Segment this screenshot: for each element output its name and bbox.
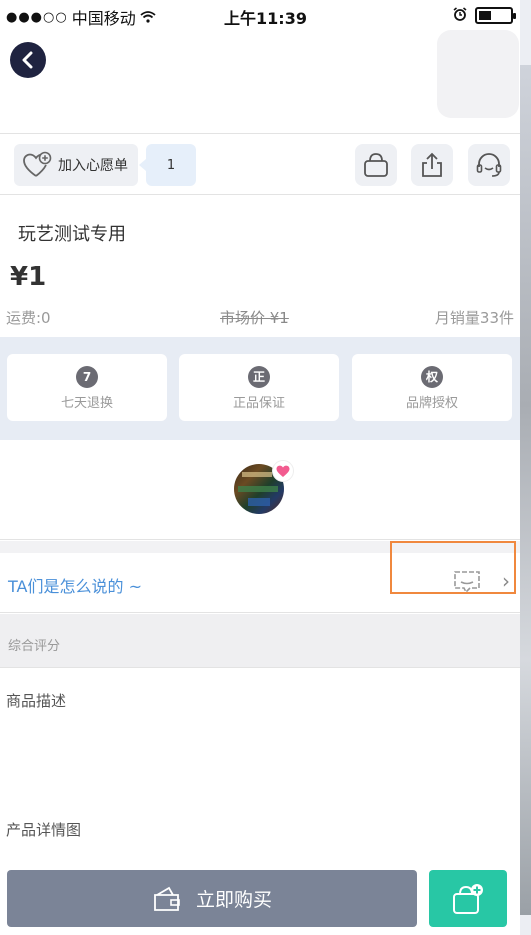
service-label: 品牌授权 (405, 396, 458, 411)
wishlist-count-badge: 1 (139, 144, 196, 186)
heart-icon (272, 460, 294, 482)
header-floating-panel (437, 30, 519, 118)
service-brand-authorized: 权 品牌授权 (352, 354, 512, 421)
buy-now-label: 立即购买 (195, 889, 272, 911)
service-label: 七天退换 (60, 396, 113, 411)
chevron-left-icon (22, 51, 33, 69)
add-to-cart-button[interactable] (429, 870, 507, 927)
highlight-box (390, 541, 516, 594)
heart-plus-icon (23, 151, 52, 177)
page-header (0, 30, 520, 134)
status-bar: ●●●○○ 中国移动 上午11:39 (0, 0, 531, 30)
alarm-icon (453, 6, 467, 25)
customer-service-button[interactable] (468, 144, 510, 186)
status-time: 上午11:39 (224, 9, 307, 28)
buy-now-button[interactable]: 立即购买 (7, 870, 417, 927)
bottom-action-bar: 立即购买 (0, 860, 520, 935)
brand-badge-icon: 权 (421, 366, 443, 388)
battery-icon (475, 7, 516, 24)
wishlist-label: 加入心愿单 (58, 158, 128, 174)
description-title: 商品描述 (6, 692, 67, 710)
product-price: ¥1 (10, 262, 47, 292)
share-button[interactable] (411, 144, 453, 186)
shopping-bag-icon (364, 153, 388, 177)
market-price: 市场价 ¥1 (220, 309, 289, 327)
rating-label: 综合评分 (8, 639, 61, 654)
action-toolbar: 加入心愿单 1 (0, 135, 520, 195)
service-seven-day-return: 7 七天退换 (7, 354, 167, 421)
share-icon (422, 152, 442, 177)
product-description: 商品描述 产品详情图 (0, 669, 520, 869)
overall-rating: 综合评分 (0, 614, 520, 668)
service-label: 正品保证 (232, 396, 285, 411)
return-badge-icon: 7 (76, 366, 98, 388)
back-button[interactable] (10, 42, 46, 78)
product-info: 玩艺测试专用 ¥1 运费:0 市场价 ¥1 月销量33件 (0, 196, 520, 334)
detail-images-title: 产品详情图 (6, 821, 82, 839)
shipping-fee: 运费:0 (6, 309, 51, 327)
authentic-badge-icon: 正 (248, 366, 270, 388)
bag-button[interactable] (355, 144, 397, 186)
monthly-sales: 月销量33件 (434, 309, 514, 327)
comments-prompt: TA们是怎么说的 ~ (8, 577, 142, 596)
background-app-strip (520, 0, 531, 935)
add-to-wishlist-button[interactable]: 加入心愿单 (14, 144, 138, 186)
wallet-icon (154, 886, 180, 911)
product-title: 玩艺测试专用 (18, 224, 126, 245)
service-authentic: 正 正品保证 (179, 354, 339, 421)
service-guarantees: 7 七天退换 正 正品保证 权 品牌授权 (0, 337, 520, 440)
headset-icon (476, 153, 502, 177)
bag-plus-icon (453, 883, 483, 914)
liker-avatars (0, 440, 520, 540)
